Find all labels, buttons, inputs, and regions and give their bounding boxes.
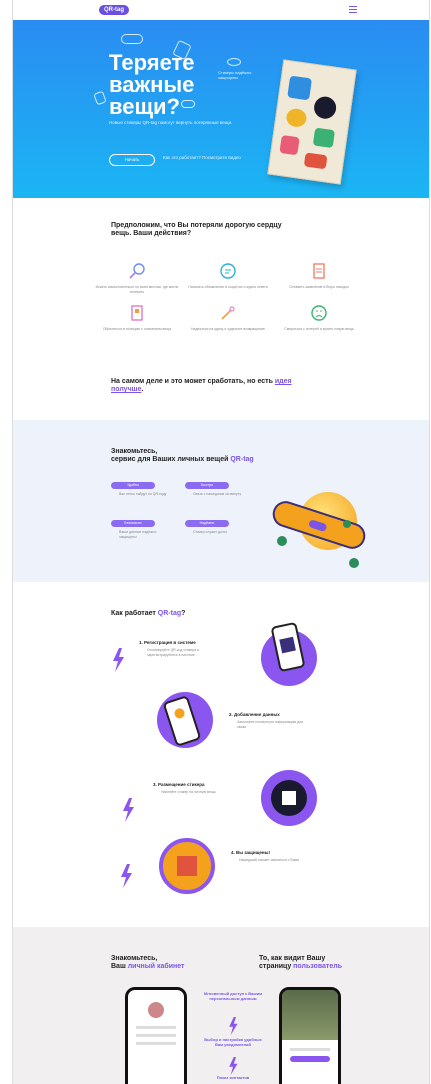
step-4-title: 4. Вы защищены!: [231, 850, 270, 855]
step-1-title: 1. Регистрация в системе: [139, 640, 196, 645]
lightning-icon: [113, 648, 124, 672]
lightning-icon: [229, 1017, 238, 1035]
wheel-icon: [349, 558, 359, 568]
suppose-item: Оставить заявление в бюро находок: [275, 260, 363, 294]
suppose-item: Искать самостоятельно по всем местам, гд…: [93, 260, 181, 294]
document-icon: [308, 260, 330, 282]
suppose-item: Написать объявление в соцсетях и ждать о…: [184, 260, 272, 294]
feature-text: Вас легко найдут по QR-коду: [119, 492, 167, 496]
eye-icon: [227, 58, 241, 66]
sad-face-icon: [308, 302, 330, 324]
feature-tag: Безопасно: [111, 520, 155, 527]
id-card-icon: [126, 302, 148, 324]
cabinet-phone-image: [125, 987, 187, 1084]
user-view-phone-image: [279, 987, 341, 1084]
logo[interactable]: QR-tag: [99, 5, 129, 15]
lightning-icon: [229, 1057, 238, 1075]
hero-eye-note: Стикеры надёжно защищены: [218, 70, 252, 80]
cabinet-section: Знакомьтесь, Ваш личный кабинет То, как …: [13, 927, 429, 1084]
step-3-text: Наклейте стикер на личную вещь: [161, 790, 216, 794]
suppose-item: Надеяться на удачу и чудесное возвращени…: [184, 302, 272, 332]
magnifier-icon: [126, 260, 148, 282]
chat-bubble-icon: [217, 260, 239, 282]
suppose-conclusion: На самом деле и это может сработать, но …: [111, 378, 292, 393]
know-title: Знакомьтесь, сервис для Ваших личных вещ…: [111, 448, 254, 463]
lightning-icon: [123, 798, 134, 822]
top-bar: QR-tag: [13, 0, 429, 20]
menu-icon[interactable]: [349, 6, 357, 13]
know-section: Знакомьтесь, сервис для Ваших личных вещ…: [13, 420, 429, 582]
cabinet-title: Знакомьтесь, Ваш личный кабинет: [111, 955, 185, 970]
wheel-icon: [277, 536, 287, 546]
hero-cta-button[interactable]: Начать: [109, 154, 155, 166]
suppose-grid: Искать самостоятельно по всем местам, гд…: [93, 260, 363, 332]
hero-section: Теряете важные вещи? Стикеры надёжно защ…: [13, 20, 429, 198]
hero-subtitle: Новые стикеры QR-tag помогут вернуть пот…: [109, 120, 233, 125]
suppose-title: Предположим, что Вы потеряли дорогую сер…: [111, 222, 282, 237]
step-2-title: 2. Добавление данных: [229, 712, 280, 717]
feature-text: Стикер служит долго: [193, 530, 228, 534]
step-2-image: [157, 692, 213, 748]
how-title: Как работает QR-tag?: [111, 610, 186, 617]
user-link[interactable]: пользователь: [293, 963, 342, 970]
cloud-doodle-icon: [121, 34, 143, 44]
cabinet-note: Выбор и настройка удобных Вам уведомлени…: [204, 1037, 262, 1047]
suppose-item: Смириться с потерей и купить новую вещь: [275, 302, 363, 332]
step-1-text: Отсканируйте QR-код стикера и зарегистри…: [147, 648, 200, 657]
feature-tag: Быстро: [185, 482, 229, 489]
user-view-title: То, как видит Вашу страницу пользователь: [259, 955, 343, 970]
feature-tag: Удобно: [111, 482, 155, 489]
sticker-sheet-image: [267, 59, 357, 185]
feature-tag: Надёжно: [185, 520, 229, 527]
hero-title: Теряете важные вещи?: [109, 50, 195, 119]
suppose-item: Обратиться в полицию с описанием вещи: [93, 302, 181, 332]
step-3-image: [261, 770, 317, 826]
step-2-text: Заполните контактную информацию для связ…: [237, 720, 304, 729]
step-4-image: [159, 838, 215, 894]
cabinet-note: Мгновенный доступ к Вашим персональным д…: [203, 991, 263, 1001]
feature-text: Связь с нашедшим за минуту: [193, 492, 242, 496]
cabinet-note: Показ контактов: [216, 1075, 250, 1080]
cabinet-link[interactable]: личный кабинет: [128, 963, 185, 970]
wheel-icon: [343, 520, 351, 528]
lightning-icon: [121, 864, 132, 888]
magic-wand-icon: [217, 302, 239, 324]
step-3-title: 3. Размещение стикера: [153, 782, 205, 787]
hero-help-link[interactable]: Как это работает? Посмотрите видео: [163, 155, 243, 161]
step-4-text: Нашедший сможет связаться с Вами: [239, 858, 300, 862]
key-doodle-icon: [93, 90, 107, 106]
feature-text: Ваши данные надёжно защищены: [119, 530, 157, 539]
step-1-image: [261, 621, 317, 686]
page: QR-tag Теряете важные вещи? Стикеры надё…: [12, 0, 430, 1084]
